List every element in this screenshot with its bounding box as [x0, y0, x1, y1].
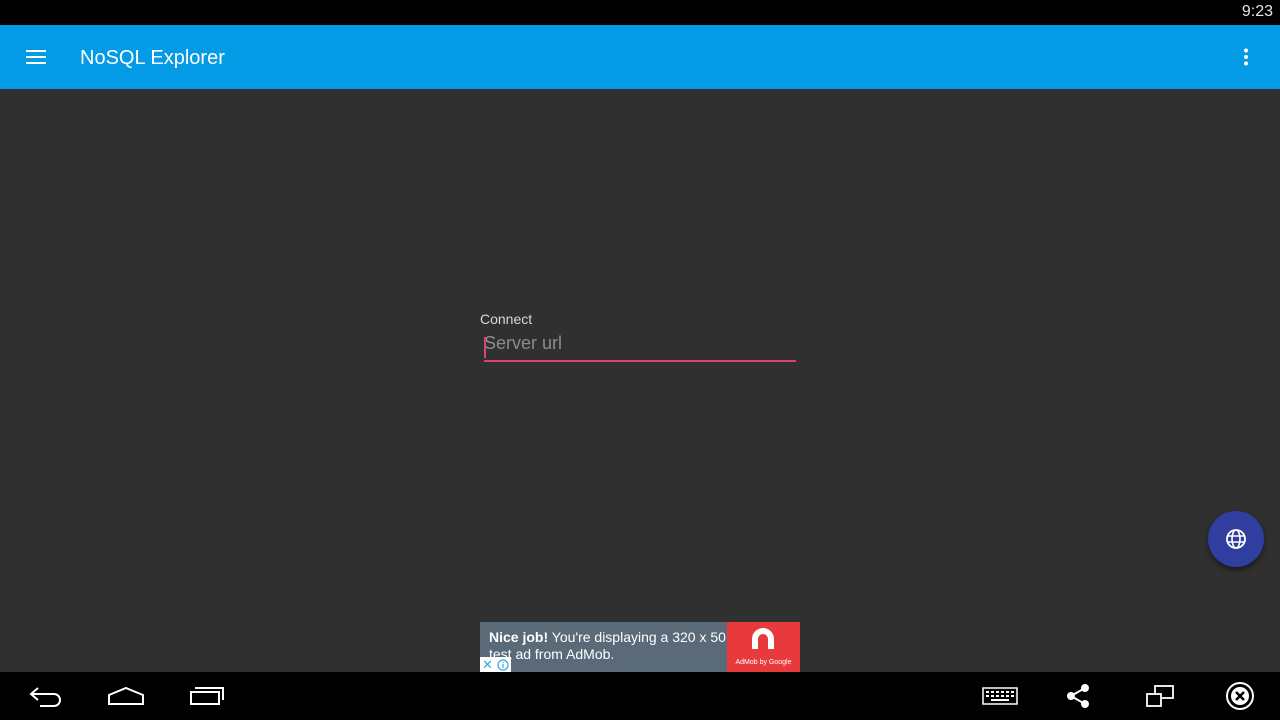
- screen-rotate-icon[interactable]: [1130, 676, 1190, 716]
- ad-text: Nice job! You're displaying a 320 x 50 t…: [489, 629, 727, 663]
- share-icon[interactable]: [1048, 676, 1108, 716]
- close-circle-icon[interactable]: [1210, 676, 1270, 716]
- app-bar: NoSQL Explorer: [0, 25, 1280, 89]
- system-nav-bar: [0, 672, 1280, 720]
- admob-logo: AdMob by Google: [727, 622, 800, 672]
- back-icon[interactable]: [16, 676, 76, 716]
- status-time: 9:23: [1241, 3, 1273, 20]
- ad-logo-caption: AdMob by Google: [735, 659, 792, 666]
- home-icon[interactable]: [96, 676, 156, 716]
- globe-icon: [1226, 529, 1246, 549]
- recent-apps-icon[interactable]: [177, 676, 237, 716]
- server-url-input[interactable]: [484, 331, 796, 362]
- ad-close-icon[interactable]: ✕: [480, 657, 495, 672]
- ad-banner[interactable]: Nice job! You're displaying a 320 x 50 t…: [480, 622, 800, 672]
- admob-logo-icon: [752, 628, 774, 649]
- keyboard-icon[interactable]: [970, 676, 1030, 716]
- connect-label: Connect: [480, 311, 533, 327]
- main-content: Connect Nice job! You're displaying a 32…: [0, 89, 1280, 672]
- more-vert-icon[interactable]: [1226, 37, 1266, 77]
- status-bar: 9:23: [0, 0, 1280, 25]
- hamburger-menu-icon[interactable]: [16, 37, 56, 77]
- connect-fab[interactable]: [1208, 511, 1264, 567]
- text-cursor: [484, 337, 486, 358]
- ad-info-icon[interactable]: [495, 657, 511, 672]
- app-title: NoSQL Explorer: [80, 47, 225, 69]
- ad-headline: Nice job!: [489, 629, 549, 645]
